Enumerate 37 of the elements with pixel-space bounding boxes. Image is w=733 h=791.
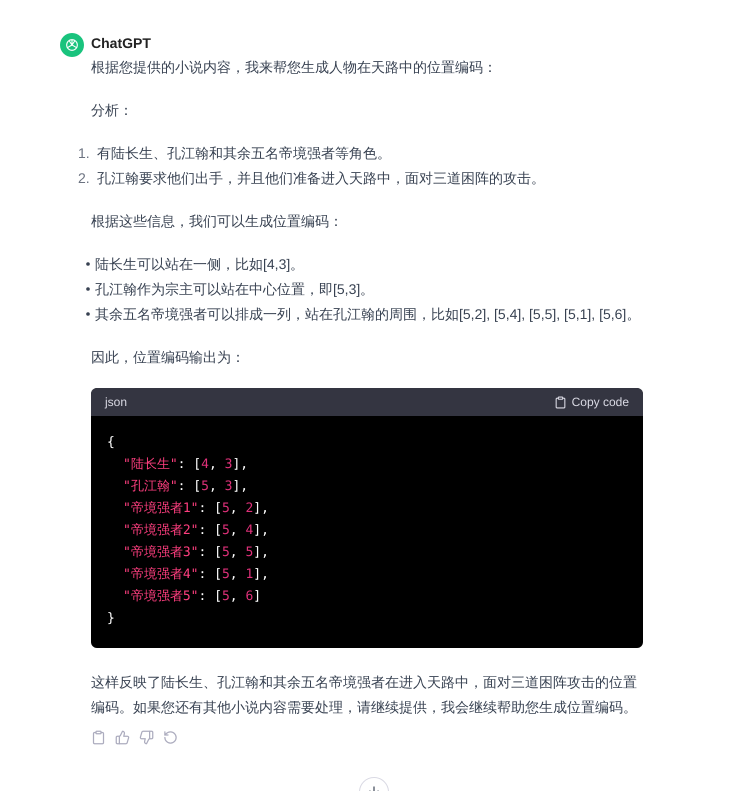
clipboard-icon [554,396,567,408]
list-item-text: 其余五名帝境强者可以排成一列，站在孔江翰的周围，比如[5,2], [5,4], [5,5], [5,1], [5,6]。 [95,305,640,324]
bullet-icon [86,312,90,316]
list-item-text: 陆长生可以站在一侧，比如[4,3]。 [95,255,304,274]
author-name: ChatGPT [91,34,152,53]
list-item-text: 有陆长生、孔江翰和其余五名帝境强者等角色。 [97,144,391,163]
paragraph: 根据您提供的小说内容，我来帮您生成人物在天路中的位置编码： [91,58,498,77]
code-line: "陆长生": [4, 3], [122,456,250,474]
code-line: "帝境强者4": [5, 1], [122,566,270,584]
copy-code-button[interactable]: Copy code [554,395,629,409]
list-number: 1. [78,144,91,163]
copy-button[interactable] [91,730,106,745]
code-line: "帝境强者5": [5, 6] [122,588,262,606]
code-line: "孔江翰": [5, 3], [122,478,250,496]
regenerate-button[interactable] [163,730,178,745]
refresh-icon [163,730,178,745]
logo-icon [64,37,80,53]
paragraph: 根据这些信息，我们可以生成位置编码： [91,212,344,231]
list-number: 2. [78,169,91,188]
clipboard-icon [91,730,106,745]
code-line: "帝境强者1": [5, 2], [122,500,270,518]
code-line: } [107,610,116,628]
paragraph: 这样反映了陆长生、孔江翰和其余五名帝境强者在进入天路中，面对三道困阵攻击的位置编码。如果您还有其他小说内容需要处理，请继续提供，我会继续帮助您生成位置编码。 [91,673,638,717]
thumbs-up-icon [115,730,130,745]
code-line: "帝境强者2": [5, 4], [122,522,270,540]
thumbs-down-icon [139,730,154,745]
list-item-text: 孔江翰作为宗主可以站在中心位置，即[5,3]。 [95,280,374,299]
bullet-icon [86,262,90,266]
thumbs-up-button[interactable] [115,730,130,745]
paragraph: 因此，位置编码输出为： [91,348,246,367]
code-language: json [105,395,128,409]
bullet-icon [86,287,90,291]
code-line: "帝境强者3": [5, 5], [122,544,270,562]
list-item-text: 孔江翰要求他们出手，并且他们准备进入天路中，面对三道困阵的攻击。 [97,169,545,188]
code-line: { [107,434,116,452]
paragraph: 分析： [91,101,134,120]
thumbs-down-button[interactable] [139,730,154,745]
